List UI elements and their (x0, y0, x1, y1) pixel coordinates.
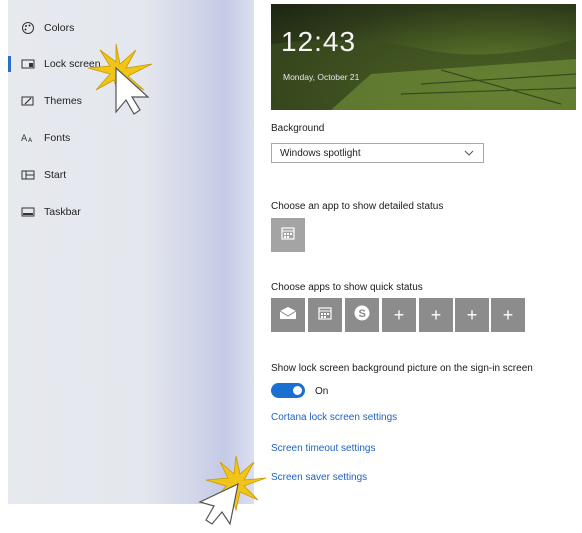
plus-icon: + (430, 305, 442, 325)
svg-text:A: A (21, 134, 28, 144)
mail-icon (279, 306, 297, 325)
preview-date: Monday, October 21 (283, 72, 360, 82)
click-indicator-lock-screen (86, 42, 158, 121)
sidebar-item-fonts[interactable]: AA Fonts (8, 123, 254, 153)
quick-status-skype-button[interactable]: S (345, 298, 379, 332)
plus-icon: + (393, 305, 405, 325)
calendar-icon (280, 225, 296, 246)
quick-status-add-button[interactable]: + (491, 298, 525, 332)
plus-icon: + (502, 305, 514, 325)
palette-icon (20, 20, 36, 36)
toggle-state-label: On (315, 386, 329, 397)
click-indicator-screen-saver (196, 454, 268, 533)
signin-background-toggle[interactable] (271, 383, 305, 398)
sidebar-item-label: Fonts (44, 132, 71, 144)
lock-screen-preview: 12:43 Monday, October 21 (271, 4, 576, 110)
sidebar-item-label: Start (44, 169, 67, 181)
sidebar-item-label: Taskbar (44, 206, 81, 218)
lock-screen-icon (20, 56, 36, 72)
active-indicator (8, 56, 11, 72)
cursor-click-icon (87, 43, 153, 115)
themes-icon (20, 93, 36, 109)
sidebar-item-label: Colors (44, 22, 75, 34)
screen-timeout-link[interactable]: Screen timeout settings (271, 443, 376, 454)
skype-icon: S (353, 304, 371, 327)
quick-status-label: Choose apps to show quick status (271, 282, 423, 293)
quick-status-add-button[interactable]: + (419, 298, 453, 332)
background-dropdown-value: Windows spotlight (280, 147, 361, 159)
svg-text:S: S (359, 308, 366, 320)
start-icon (20, 167, 36, 183)
detailed-status-app-button[interactable] (271, 218, 305, 252)
background-label: Background (271, 123, 325, 134)
quick-status-add-button[interactable]: + (455, 298, 489, 332)
plus-icon: + (466, 305, 478, 325)
screen-saver-link[interactable]: Screen saver settings (271, 472, 367, 483)
calendar-icon (317, 305, 333, 326)
fonts-icon: AA (20, 130, 36, 146)
background-dropdown[interactable]: Windows spotlight (271, 143, 484, 163)
sidebar-item-label: Themes (44, 95, 82, 107)
chevron-down-icon (463, 146, 475, 164)
taskbar-icon (20, 204, 36, 220)
sidebar-item-taskbar[interactable]: Taskbar (8, 197, 254, 227)
cursor-click-icon (198, 455, 267, 526)
quick-status-add-button[interactable]: + (382, 298, 416, 332)
svg-text:A: A (28, 137, 33, 144)
signin-background-label: Show lock screen background picture on t… (271, 363, 533, 374)
preview-time: 12:43 (281, 26, 357, 57)
sidebar-item-colors[interactable]: Colors (8, 13, 254, 43)
sidebar-item-start[interactable]: Start (8, 160, 254, 190)
cortana-settings-link[interactable]: Cortana lock screen settings (271, 412, 397, 423)
quick-status-mail-button[interactable] (271, 298, 305, 332)
detailed-status-label: Choose an app to show detailed status (271, 201, 444, 212)
quick-status-calendar-button[interactable] (308, 298, 342, 332)
toggle-knob (293, 386, 302, 395)
